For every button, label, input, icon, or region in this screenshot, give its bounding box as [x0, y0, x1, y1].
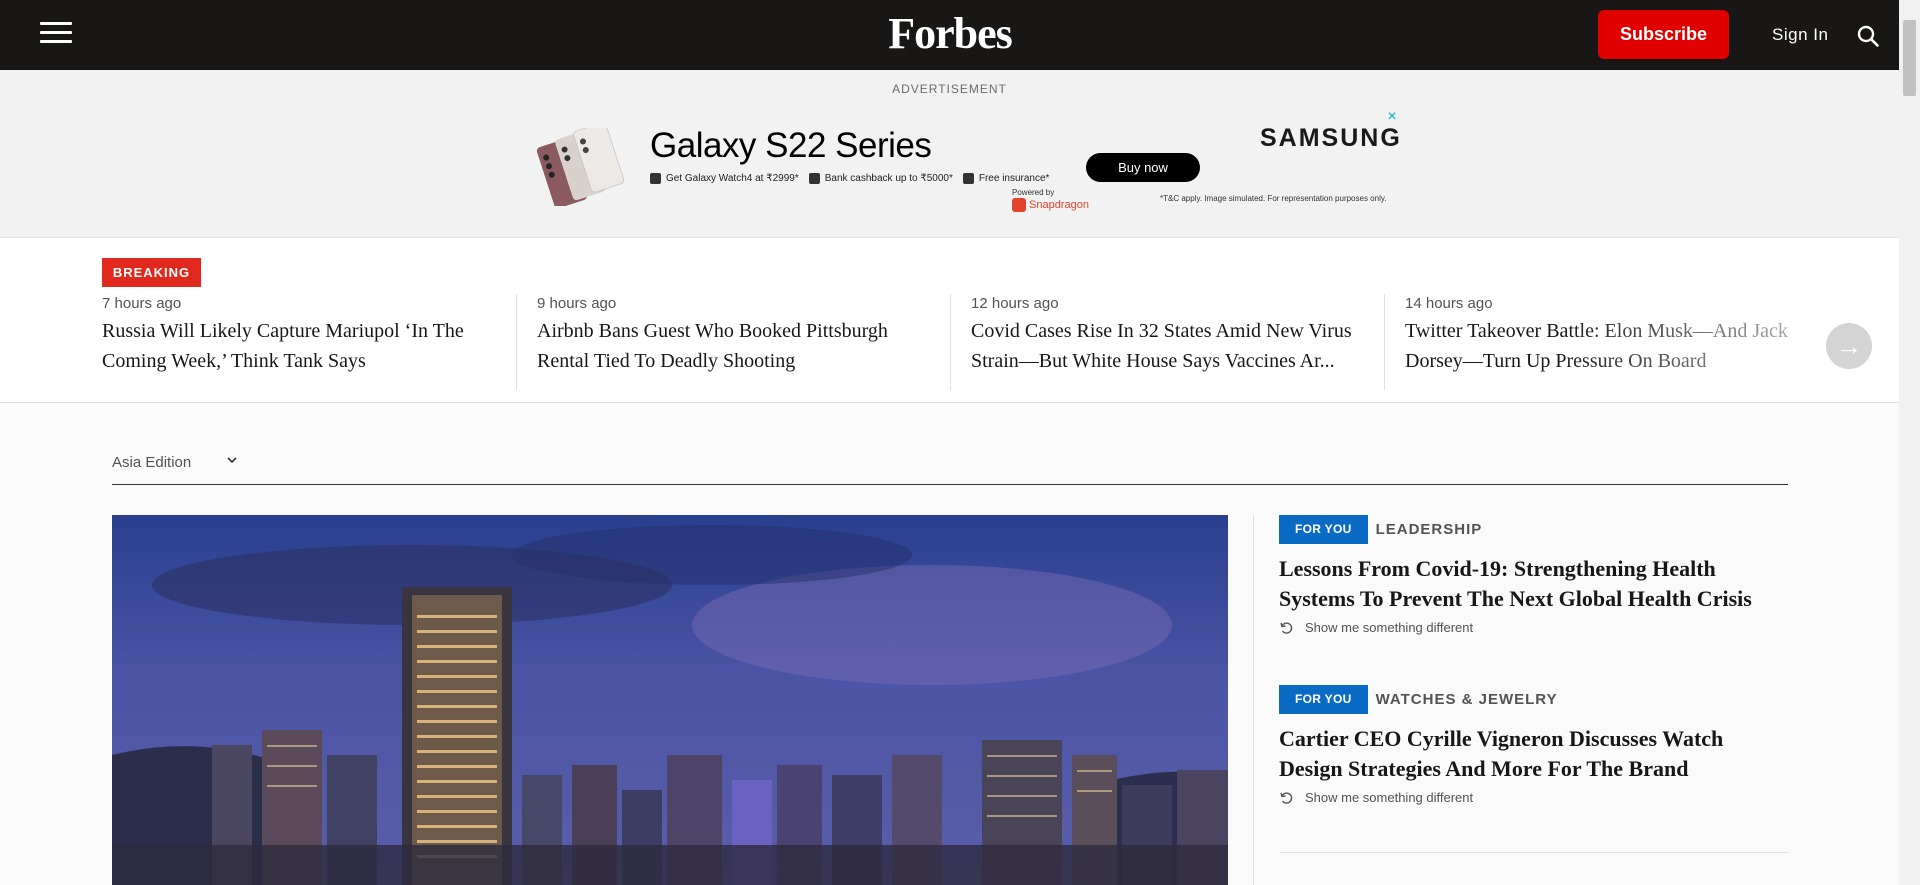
news-headline[interactable]: Covid Cases Rise In 32 States Amid New V… [971, 316, 1364, 376]
show-something-different-label: Show me something different [1305, 790, 1474, 805]
phone-icon [962, 173, 974, 184]
ad-offers: Get Galaxy Watch4 at ₹2999* Bank cashbac… [650, 173, 1049, 184]
ad-offer-text: Get Galaxy Watch4 at ₹2999* [666, 173, 799, 184]
breaking-badge: BREAKING [102, 258, 201, 287]
news-timestamp: 9 hours ago [537, 295, 617, 312]
show-something-different-button[interactable]: Show me something different [1279, 790, 1789, 805]
hero-image[interactable] [112, 515, 1228, 885]
search-icon[interactable] [1856, 24, 1880, 48]
hamburger-menu-icon[interactable] [40, 22, 72, 46]
ad-offer: Bank cashback up to ₹5000* [808, 173, 953, 184]
ad-offer: Get Galaxy Watch4 at ₹2999* [650, 173, 799, 184]
refresh-icon [1280, 621, 1293, 634]
forbes-logo[interactable]: Forbes [860, 8, 1040, 59]
news-timestamp: 14 hours ago [1405, 295, 1493, 312]
ad-close-icon[interactable]: × [1384, 109, 1400, 126]
scrollbar-thumb[interactable] [1903, 20, 1916, 96]
for-you-column: FOR YOU LEADERSHIP Lessons From Covid-19:… [1253, 515, 1789, 885]
news-headline[interactable]: Russia Will Likely Capture Mariupol ‘In … [102, 316, 496, 376]
watch-icon [650, 173, 661, 184]
buy-now-button[interactable]: Buy now [1086, 153, 1200, 182]
for-you-badge: FOR YOU [1279, 515, 1368, 544]
section-divider [1279, 852, 1789, 853]
chevron-down-icon [227, 457, 237, 464]
ad-offer: Free insurance* [962, 173, 1050, 184]
sign-in-link[interactable]: Sign In [1772, 25, 1828, 45]
carousel-next-button[interactable]: → [1826, 323, 1872, 369]
edition-selector[interactable]: Asia Edition [112, 452, 1788, 485]
breaking-news-item[interactable]: 12 hours ago Covid Cases Rise In 32 Stat… [950, 294, 1364, 390]
snapdragon-label: Snapdragon [1029, 199, 1089, 211]
show-something-different-label: Show me something different [1305, 620, 1474, 635]
show-something-different-button[interactable]: Show me something different [1279, 620, 1789, 635]
wallet-icon [808, 173, 820, 184]
ad-offer-text: Bank cashback up to ₹5000* [824, 173, 953, 184]
breaking-news-strip: BREAKING 7 hours ago Russia Will Likely … [0, 238, 1899, 403]
news-headline[interactable]: Twitter Takeover Battle: Elon Musk—And J… [1405, 316, 1798, 376]
edition-label: Asia Edition [112, 454, 192, 471]
refresh-icon [1280, 791, 1293, 804]
breaking-news-item[interactable]: 9 hours ago Airbnb Bans Guest Who Booked… [516, 294, 930, 390]
samsung-logo: SAMSUNG [1260, 124, 1402, 152]
ad-offer-text: Free insurance* [978, 173, 1050, 184]
ad-disclaimer: *T&C apply. Image simulated. For represe… [1160, 194, 1387, 203]
advertisement-label: ADVERTISEMENT [892, 82, 1007, 96]
article-headline[interactable]: Cartier CEO Cyrille Vigneron Discusses W… [1279, 724, 1789, 784]
for-you-badge: FOR YOU [1279, 685, 1368, 714]
news-timestamp: 7 hours ago [102, 295, 182, 312]
for-you-card: FOR YOU WATCHES & JEWELRY Cartier CEO Cyr… [1279, 685, 1789, 805]
page-scrollbar[interactable] [1899, 0, 1920, 885]
news-timestamp: 12 hours ago [971, 295, 1059, 312]
advertisement-area: ADVERTISEMENT Galaxy S22 Series Get Gala… [0, 70, 1899, 238]
news-headline[interactable]: Airbnb Bans Guest Who Booked Pittsburgh … [537, 316, 930, 376]
powered-by-text: Powered by [1012, 188, 1055, 197]
subscribe-button[interactable]: Subscribe [1598, 10, 1729, 59]
category-link[interactable]: WATCHES & JEWELRY [1376, 685, 1558, 714]
article-headline[interactable]: Lessons From Covid-19: Strengthening Hea… [1279, 554, 1789, 614]
phones-image [536, 128, 625, 206]
top-nav-bar: Forbes Subscribe Sign In [0, 0, 1899, 70]
snapdragon-icon [1012, 198, 1026, 212]
samsung-ad-banner[interactable]: Galaxy S22 Series Get Galaxy Watch4 at ₹… [518, 109, 1404, 220]
for-you-card: FOR YOU LEADERSHIP Lessons From Covid-19:… [1279, 515, 1789, 635]
ad-headline: Galaxy S22 Series [650, 126, 932, 165]
category-link[interactable]: LEADERSHIP [1376, 515, 1483, 544]
breaking-news-item[interactable]: 7 hours ago Russia Will Likely Capture M… [82, 294, 496, 390]
snapdragon-logo: Snapdragon [1012, 198, 1089, 212]
breaking-news-item[interactable]: 14 hours ago Twitter Takeover Battle: El… [1384, 294, 1798, 390]
city-skyline-image [112, 515, 1228, 885]
